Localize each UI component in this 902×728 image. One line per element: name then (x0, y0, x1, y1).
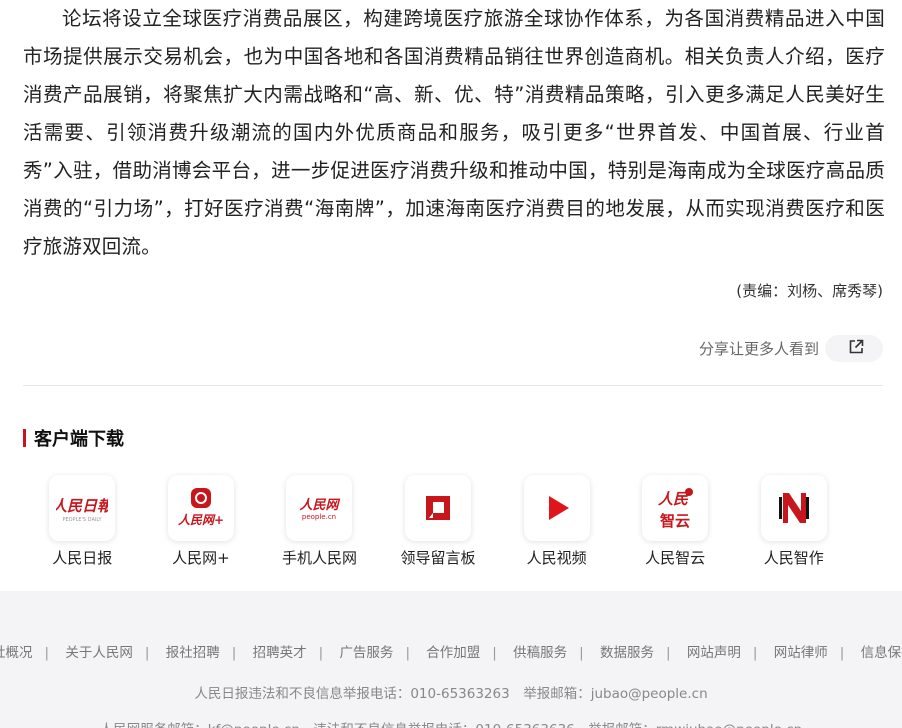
people-video-icon (523, 475, 590, 541)
downloads-section-title: 客户端下载 (23, 427, 124, 450)
people-smart-cloud-icon: 人民 智云 (642, 475, 709, 541)
footer-link[interactable]: 招聘英才 (253, 645, 307, 661)
footer-link[interactable]: 数据服务 (600, 645, 654, 661)
footer-links: 社概况| 关于人民网| 报社招聘| 招聘英才| 广告服务| 合作加盟| 供稿服务… (0, 641, 902, 661)
app-name: 人民智云 (645, 549, 706, 567)
people-smart-create-icon (760, 475, 827, 541)
article-body: 论坛将设立全球医疗消费品展区，构建跨境医疗旅游全球协作体系，为各国消费精品进入中… (23, 0, 885, 266)
footer-link[interactable]: 社概况 (0, 645, 33, 661)
share-external-icon (847, 338, 865, 360)
app-peoplenet-plus[interactable]: 人民网+ 人民网+ (142, 475, 261, 568)
svg-text:PEOPLE'S DAILY: PEOPLE'S DAILY (63, 517, 103, 523)
app-download-list: 人民日報 PEOPLE'S DAILY 人民日报 人民网+ 人民网+ 人民网 p… (23, 475, 853, 568)
footer-link[interactable]: 信息保护 (861, 645, 902, 661)
peoplenet-plus-icon: 人民网+ (167, 475, 234, 541)
svg-text:人民网: 人民网 (300, 497, 341, 513)
app-people-video[interactable]: 人民视频 (497, 475, 616, 568)
app-mobile-peoplenet[interactable]: 人民网 people.cn 手机人民网 (260, 475, 379, 568)
share-bar: 分享让更多人看到 (699, 335, 883, 362)
svg-text:人民网+: 人民网+ (178, 513, 224, 527)
leader-message-board-icon (405, 475, 472, 541)
footer-link[interactable]: 关于人民网 (65, 645, 133, 661)
svg-text:people.cn: people.cn (302, 513, 336, 521)
footer-link[interactable]: 网站声明 (687, 645, 741, 661)
downloads-title: 客户端下载 (34, 429, 124, 450)
app-people-smart-cloud[interactable]: 人民 智云 人民智云 (616, 475, 735, 568)
site-footer: 社概况| 关于人民网| 报社招聘| 招聘英才| 广告服务| 合作加盟| 供稿服务… (0, 591, 902, 728)
share-label: 分享让更多人看到 (698, 340, 819, 358)
app-name: 人民网+ (172, 549, 230, 567)
app-name: 人民视频 (526, 549, 587, 567)
svg-text:智云: 智云 (660, 512, 690, 530)
footer-link[interactable]: 报社招聘 (166, 645, 220, 661)
footer-link[interactable]: 广告服务 (339, 645, 393, 661)
app-leader-message-board[interactable]: 领导留言板 (379, 475, 498, 568)
app-name: 手机人民网 (281, 549, 357, 567)
article-paragraph: 论坛将设立全球医疗消费品展区，构建跨境医疗旅游全球协作体系，为各国消费精品进入中… (23, 7, 885, 258)
editor-credit: (责编：刘杨、席秀琴) (736, 282, 883, 300)
app-name: 人民日报 (52, 549, 113, 567)
service-contact-line: 人民网服务邮箱：kf@people.cn 违法和不良信息举报电话：010-653… (0, 718, 902, 728)
app-name: 领导留言板 (400, 549, 476, 567)
footer-link[interactable]: 供稿服务 (513, 645, 567, 661)
app-people-smart-create[interactable]: 人民智作 (734, 475, 853, 568)
mobile-peoplenet-icon: 人民网 people.cn (286, 475, 353, 541)
report-contact-line: 人民日报违法和不良信息举报电话：010-65363263 举报邮箱：jubao@… (194, 686, 708, 702)
svg-text:人民日報: 人民日報 (56, 497, 108, 515)
footer-link[interactable]: 合作加盟 (426, 645, 480, 661)
divider (23, 385, 883, 386)
app-people-daily[interactable]: 人民日報 PEOPLE'S DAILY 人民日报 (23, 475, 142, 568)
svg-text:人民: 人民 (658, 490, 689, 508)
footer-link[interactable]: 网站律师 (774, 645, 828, 661)
share-button[interactable] (825, 335, 883, 362)
title-accent-bar (23, 429, 26, 447)
app-name: 人民智作 (763, 549, 824, 567)
people-daily-icon: 人民日報 PEOPLE'S DAILY (49, 475, 116, 541)
